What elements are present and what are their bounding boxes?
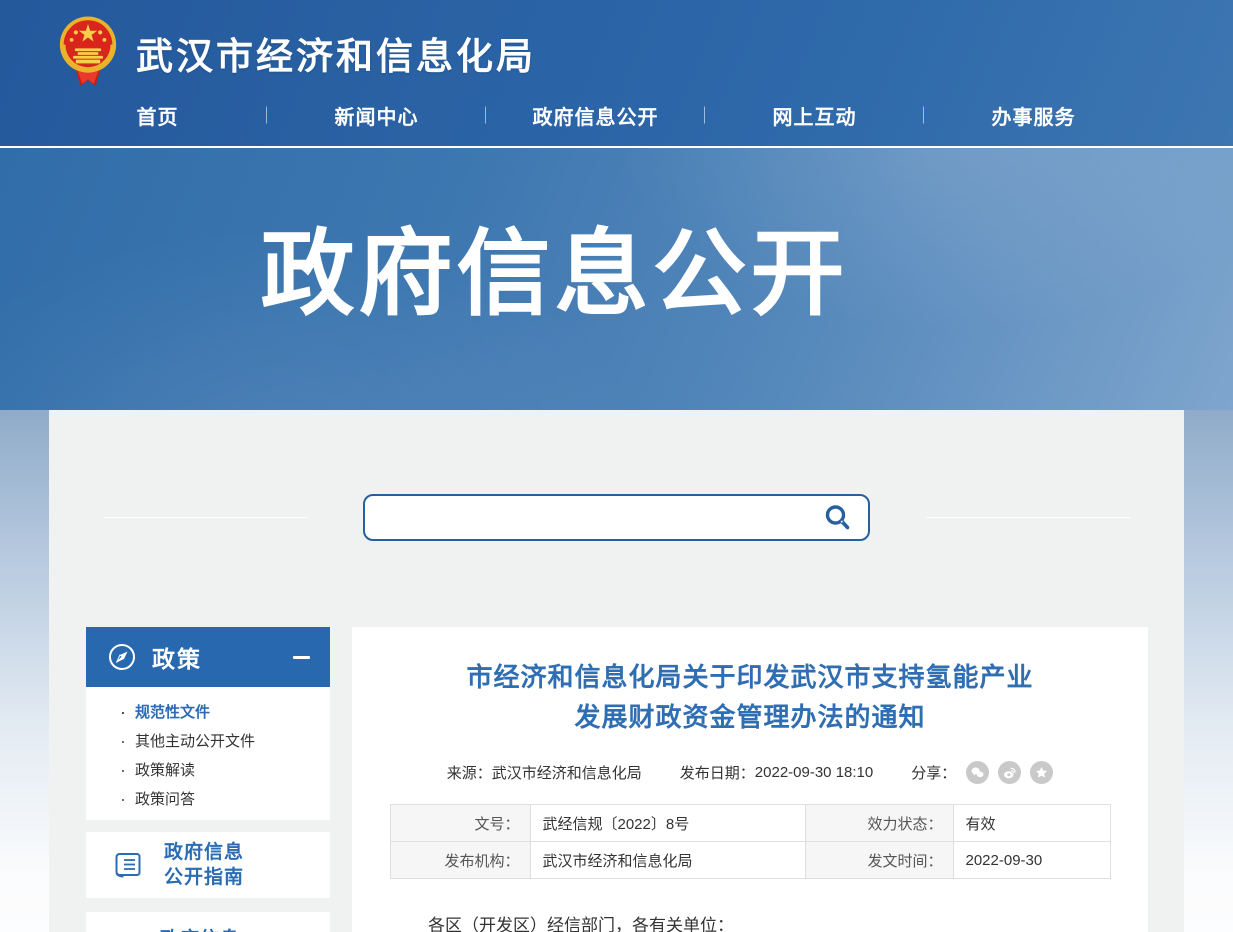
source-label: 来源： bbox=[447, 762, 492, 783]
weibo-share-icon[interactable] bbox=[998, 761, 1021, 784]
main-nav: 首页 新闻中心 政府信息公开 网上互动 办事服务 bbox=[48, 94, 1143, 136]
policy-panel: 政策 · 规范性文件 · 其他主动公开文件 bbox=[86, 627, 330, 820]
article-meta: 来源： 武汉市经济和信息化局 发布日期： 2022-09-30 18:10 分享… bbox=[372, 761, 1128, 784]
banner: 政府信息公开 bbox=[0, 148, 1233, 410]
search-row bbox=[86, 410, 1148, 627]
meta-share: 分享： bbox=[911, 761, 1053, 784]
sidebar-item-label: 政策解读 bbox=[135, 759, 195, 780]
issuer-value: 武汉市经济和信息化局 bbox=[530, 842, 805, 879]
bullet-icon: · bbox=[120, 790, 126, 808]
source-value: 武汉市经济和信息化局 bbox=[492, 762, 642, 783]
date-label: 发布日期： bbox=[680, 762, 755, 783]
search-box bbox=[363, 494, 870, 541]
nav-item-services[interactable]: 办事服务 bbox=[924, 101, 1143, 130]
sidebar: 政策 · 规范性文件 · 其他主动公开文件 bbox=[86, 627, 330, 932]
bullet-icon: · bbox=[120, 703, 126, 721]
doc-no-label: 文号： bbox=[390, 805, 530, 842]
nav-item-interaction[interactable]: 网上互动 bbox=[705, 101, 924, 130]
article-title-line2: 发展财政资金管理办法的通知 bbox=[372, 697, 1128, 737]
sidebar-item-normative-documents[interactable]: · 规范性文件 bbox=[86, 697, 330, 726]
national-emblem-icon bbox=[58, 14, 118, 92]
guide-card-line2: 公开指南 bbox=[164, 867, 244, 888]
sidebar-card-gov-info-partial[interactable]: 政府信息 bbox=[86, 912, 330, 932]
sidebar-item-policy-interpretation[interactable]: · 政策解读 bbox=[86, 755, 330, 784]
sidebar-card-gov-info-guide[interactable]: 政府信息 公开指南 bbox=[86, 832, 330, 898]
compass-icon bbox=[108, 643, 136, 671]
sidebar-card-label: 政府信息 bbox=[160, 927, 240, 932]
content-card: 政策 · 规范性文件 · 其他主动公开文件 bbox=[49, 410, 1184, 932]
search-input[interactable] bbox=[365, 496, 824, 539]
sidebar-item-policy-qa[interactable]: · 政策问答 bbox=[86, 784, 330, 813]
share-label: 分享： bbox=[911, 762, 956, 783]
validity-value: 有效 bbox=[953, 805, 1110, 842]
content-area: 政策 · 规范性文件 · 其他主动公开文件 bbox=[0, 410, 1233, 932]
site-title: 武汉市经济和信息化局 bbox=[136, 26, 536, 80]
search-icon bbox=[824, 504, 852, 532]
page: 武汉市经济和信息化局 首页 新闻中心 政府信息公开 网上互动 办事服务 政府信息… bbox=[0, 0, 1233, 932]
policy-panel-title: 政策 bbox=[152, 640, 293, 674]
policy-header[interactable]: 政策 bbox=[86, 627, 330, 687]
search-button[interactable] bbox=[824, 504, 868, 532]
issuer-label: 发布机构： bbox=[390, 842, 530, 879]
article-body-first-line: 各区（开发区）经信部门，各有关单位： bbox=[372, 911, 1128, 932]
columns: 政策 · 规范性文件 · 其他主动公开文件 bbox=[86, 627, 1148, 932]
article-title-line1: 市经济和信息化局关于印发武汉市支持氢能产业 bbox=[372, 657, 1128, 697]
nav-item-news[interactable]: 新闻中心 bbox=[267, 101, 486, 130]
sidebar-item-label: 政策问答 bbox=[135, 788, 195, 809]
guide-card-line1: 政府信息 bbox=[164, 842, 244, 863]
issue-date-label: 发文时间： bbox=[805, 842, 953, 879]
share-icons bbox=[964, 761, 1053, 784]
document-info-table: 文号： 武经信规〔2022〕8号 效力状态： 有效 发布机构： 武汉市经济和信息… bbox=[390, 804, 1111, 879]
table-row: 发布机构： 武汉市经济和信息化局 发文时间： 2022-09-30 bbox=[390, 842, 1110, 879]
meta-source: 来源： 武汉市经济和信息化局 bbox=[447, 762, 642, 783]
article-title: 市经济和信息化局关于印发武汉市支持氢能产业 发展财政资金管理办法的通知 bbox=[372, 657, 1128, 737]
table-row: 文号： 武经信规〔2022〕8号 效力状态： 有效 bbox=[390, 805, 1110, 842]
qzone-share-icon[interactable] bbox=[1030, 761, 1053, 784]
nav-item-gov-info[interactable]: 政府信息公开 bbox=[486, 101, 705, 130]
brand[interactable]: 武汉市经济和信息化局 bbox=[0, 0, 1233, 94]
decorative-line-left bbox=[104, 517, 308, 518]
sidebar-item-label: 规范性文件 bbox=[135, 701, 210, 722]
bullet-icon: · bbox=[120, 761, 126, 779]
policy-list: · 规范性文件 · 其他主动公开文件 · 政策解读 bbox=[86, 687, 330, 820]
article-panel: 市经济和信息化局关于印发武汉市支持氢能产业 发展财政资金管理办法的通知 来源： … bbox=[352, 627, 1148, 932]
book-icon bbox=[112, 848, 146, 882]
nav-item-home[interactable]: 首页 bbox=[48, 101, 267, 130]
issue-date-value: 2022-09-30 bbox=[953, 842, 1110, 879]
banner-title: 政府信息公开 bbox=[0, 198, 1171, 334]
collapse-icon[interactable] bbox=[293, 656, 310, 659]
sidebar-card-label: 政府信息 公开指南 bbox=[164, 840, 244, 890]
doc-no-value: 武经信规〔2022〕8号 bbox=[530, 805, 805, 842]
wechat-share-icon[interactable] bbox=[966, 761, 989, 784]
site-header: 武汉市经济和信息化局 首页 新闻中心 政府信息公开 网上互动 办事服务 bbox=[0, 0, 1233, 148]
bullet-icon: · bbox=[120, 732, 126, 750]
date-value: 2022-09-30 18:10 bbox=[755, 764, 873, 781]
validity-label: 效力状态： bbox=[805, 805, 953, 842]
sidebar-item-other-public-documents[interactable]: · 其他主动公开文件 bbox=[86, 726, 330, 755]
decorative-line-right bbox=[926, 517, 1131, 518]
sidebar-item-label: 其他主动公开文件 bbox=[135, 730, 255, 751]
meta-publish-date: 发布日期： 2022-09-30 18:10 bbox=[680, 762, 873, 783]
